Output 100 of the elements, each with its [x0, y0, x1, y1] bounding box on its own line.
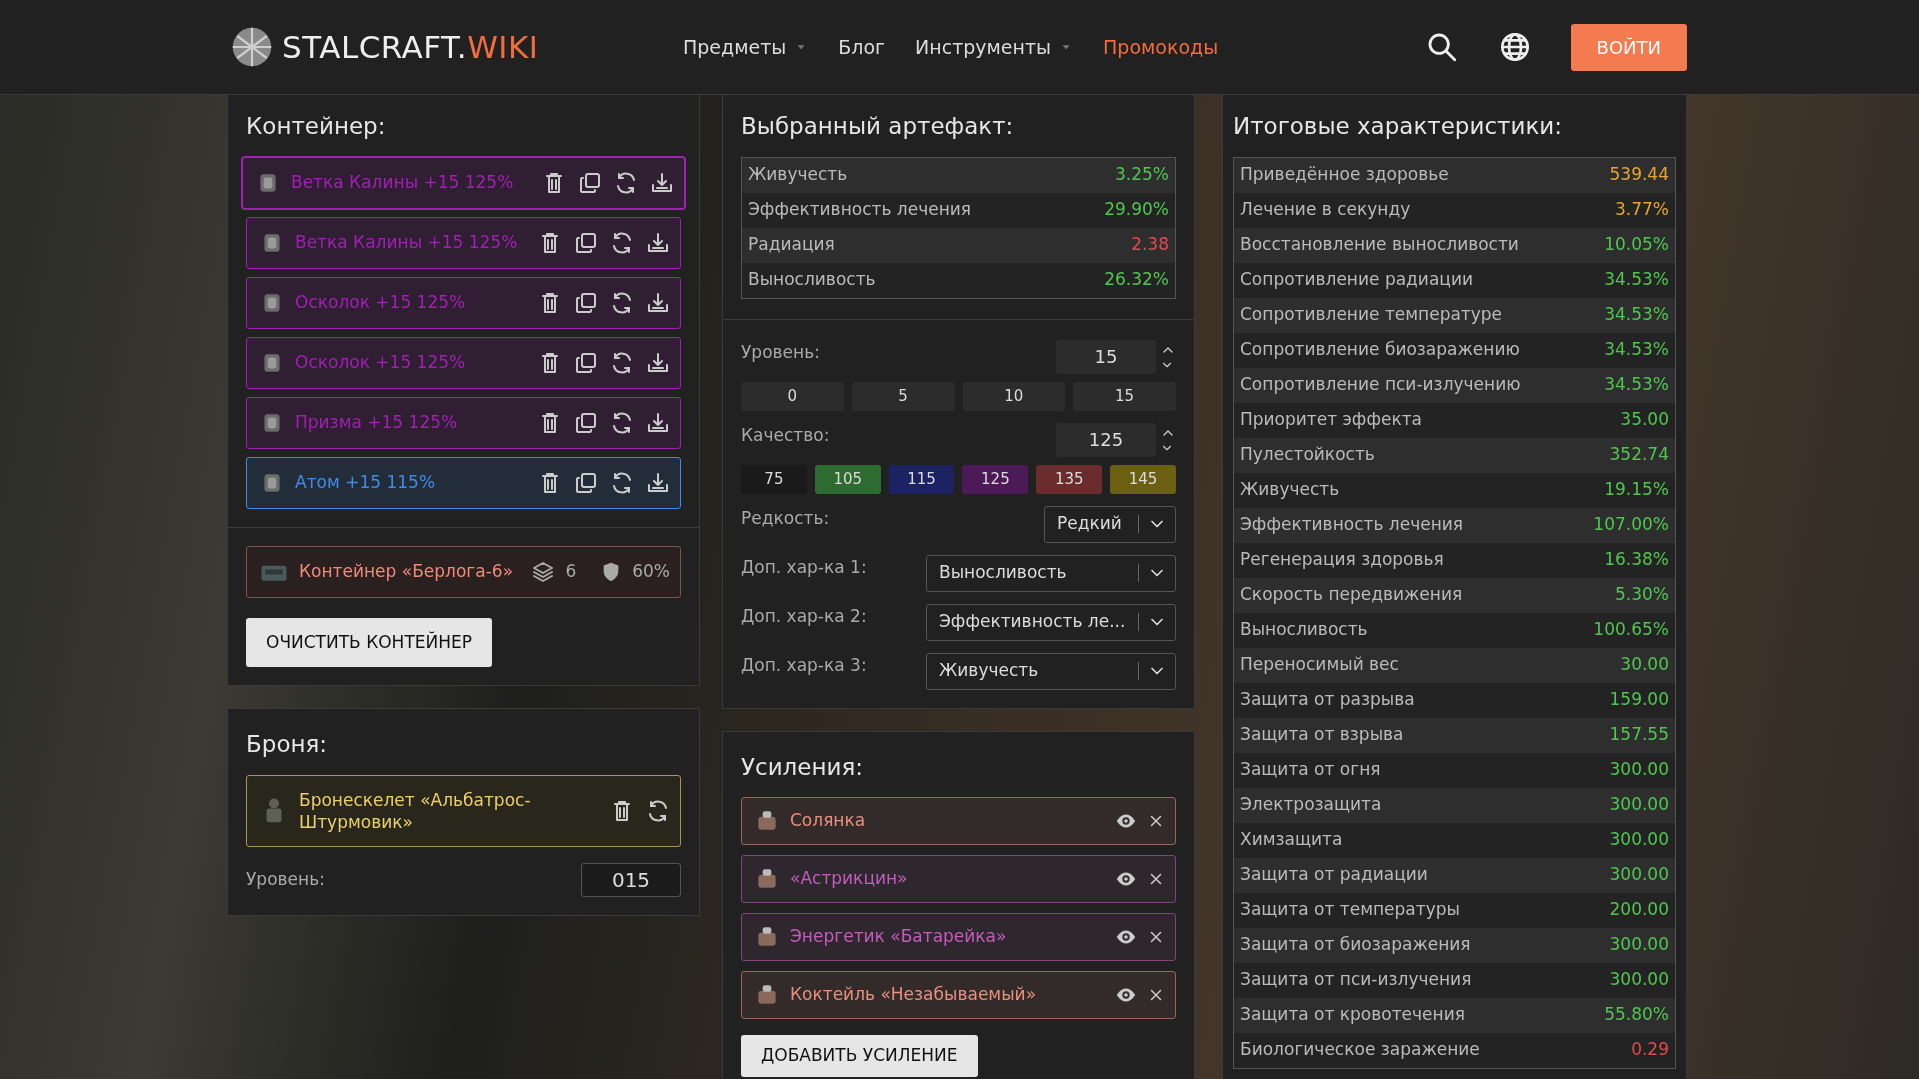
stat-value: 35.00 [1620, 408, 1669, 432]
stat-label: Скорость передвижения [1240, 583, 1463, 607]
replace-button[interactable] [610, 410, 634, 435]
stat-value: 107.00% [1593, 513, 1669, 537]
quality-preset-button[interactable]: 75 [741, 464, 807, 494]
boost-item[interactable]: Энергетик «Батарейка» [741, 913, 1176, 962]
copy-button[interactable] [578, 170, 602, 195]
replace-button[interactable] [614, 170, 638, 195]
download-icon [650, 170, 674, 195]
add-boost-button[interactable]: ДОБАВИТЬ УСИЛЕНИЕ [741, 1035, 978, 1077]
stat-value: 34.53% [1604, 303, 1669, 327]
download-button[interactable] [646, 350, 670, 375]
item-name: Ветка Калины +15 125% [295, 230, 519, 254]
copy-icon [574, 230, 598, 255]
select-field[interactable]: Выносливость [926, 554, 1176, 592]
download-button[interactable] [646, 470, 670, 495]
stat-label: Сопротивление радиации [1240, 268, 1473, 292]
nav-link[interactable]: Предметы [683, 32, 809, 62]
download-button[interactable] [650, 170, 674, 195]
select-field[interactable]: Живучесть [926, 652, 1176, 690]
site-logo[interactable]: STALCRAFT.WIKI [282, 23, 539, 71]
stat-label: Выносливость [1240, 618, 1368, 642]
download-button[interactable] [646, 290, 670, 315]
stat-label: Живучесть [748, 163, 848, 187]
stat-label: Регенерация здоровья [1240, 548, 1444, 572]
swap-icon [646, 798, 670, 823]
copy-button[interactable] [574, 290, 598, 315]
stat-value: 34.53% [1604, 373, 1669, 397]
quality-preset-button[interactable]: 105 [814, 464, 881, 494]
artifact-item[interactable]: Атом +15 115% [246, 456, 681, 509]
nav-link[interactable]: Промокоды [1103, 32, 1219, 62]
select-field[interactable]: Редкий [1044, 505, 1176, 543]
level-field[interactable]: 015 [581, 862, 681, 897]
stat-value: 200.00 [1609, 898, 1669, 922]
clear-container-button[interactable]: ОЧИСТИТЬ КОНТЕЙНЕР [246, 617, 493, 668]
replace-button[interactable] [610, 290, 634, 315]
boost-item[interactable]: «Астрикцин» [741, 855, 1176, 904]
panel-title: Усиления: [741, 753, 865, 782]
copy-button[interactable] [574, 350, 598, 375]
level-preset-button[interactable]: 10 [962, 381, 1066, 411]
stat-label: Переносимый вес [1240, 653, 1399, 677]
panel-title: Контейнер: [246, 113, 387, 141]
quality-preset-button[interactable]: 125 [962, 464, 1029, 494]
quality-preset-button[interactable]: 135 [1036, 464, 1103, 494]
container-item[interactable]: Контейнер «Берлога-6» 6 60% [246, 545, 681, 598]
boost-name: Энергетик «Батарейка» [790, 925, 1008, 949]
number-field[interactable]: 125 [1056, 422, 1156, 457]
stat-value: 539.44 [1609, 163, 1669, 187]
stat-value: 34.53% [1604, 268, 1669, 292]
stat-value: 2.38 [1131, 233, 1169, 257]
download-button[interactable] [646, 230, 670, 255]
stat-value: 29.90% [1104, 198, 1169, 222]
stat-label: Сопротивление пси-излучению [1240, 373, 1521, 397]
field-label: Доп. хар-ка 1: [741, 555, 867, 579]
swap-icon [610, 290, 634, 315]
boost-item[interactable]: Коктейль «Незабываемый» [741, 971, 1176, 1020]
download-button[interactable] [646, 410, 670, 435]
replace-button[interactable] [610, 350, 634, 375]
swap-icon [610, 470, 634, 495]
level-preset-button[interactable]: 15 [1073, 381, 1176, 411]
nav-link[interactable]: Инструменты [915, 32, 1074, 62]
swap-icon [614, 170, 638, 195]
boost-item[interactable]: Солянка [741, 797, 1176, 846]
protection-value: 60% [632, 559, 670, 583]
copy-button[interactable] [574, 230, 598, 255]
replace-button[interactable] [610, 230, 634, 255]
language-icon[interactable] [1498, 31, 1531, 63]
number-field[interactable]: 15 [1056, 339, 1156, 374]
copy-icon [574, 470, 598, 495]
armor-item[interactable]: Бронескелет «Альбатрос-Штурмовик» [246, 774, 681, 847]
nav-link[interactable]: Блог [838, 32, 886, 62]
swap-icon [610, 230, 634, 255]
container-name: Контейнер «Берлога-6» [299, 559, 515, 583]
copy-button[interactable] [574, 410, 598, 435]
stat-label: Защита от огня [1240, 758, 1381, 782]
replace-button[interactable] [646, 798, 670, 823]
level-preset-button[interactable]: 0 [741, 381, 844, 411]
layers-icon [531, 559, 556, 584]
replace-button[interactable] [610, 470, 634, 495]
item-name: Осколок +15 125% [295, 350, 467, 374]
stat-label: Электрозащита [1240, 793, 1382, 817]
select-field[interactable]: Эффективность ле... [926, 603, 1176, 641]
level-preset-button[interactable]: 5 [851, 381, 955, 411]
stat-label: Живучесть [1240, 478, 1340, 502]
download-icon [646, 290, 670, 315]
stat-label: Пулестойкость [1240, 443, 1375, 467]
copy-icon [574, 290, 598, 315]
copy-button[interactable] [574, 470, 598, 495]
field-label: Качество: [741, 423, 830, 447]
stat-value: 3.25% [1115, 163, 1169, 187]
globe-logo-icon[interactable] [230, 25, 274, 69]
stat-value: 34.53% [1604, 338, 1669, 362]
quality-preset-button[interactable]: 145 [1110, 464, 1176, 494]
boost-name: Коктейль «Незабываемый» [790, 983, 1038, 1007]
stat-label: Защита от взрыва [1240, 723, 1404, 747]
stat-label: Защита от пси-излучения [1240, 968, 1472, 992]
swap-icon [610, 350, 634, 375]
stat-label: Защита от температуры [1240, 898, 1460, 922]
stat-value: 5.30% [1615, 583, 1669, 607]
quality-preset-button[interactable]: 115 [888, 464, 955, 494]
